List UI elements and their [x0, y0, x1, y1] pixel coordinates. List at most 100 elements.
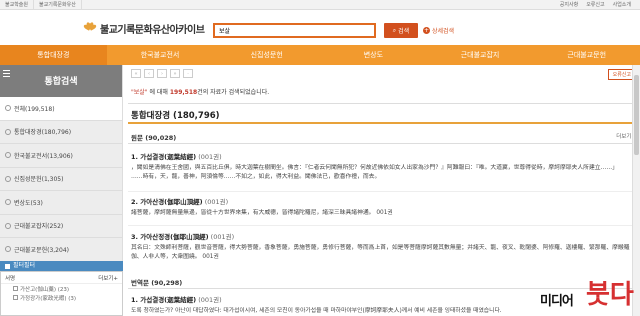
nav-item-modern-literature[interactable]: 근대불교문헌 [533, 45, 640, 65]
utility-link-about[interactable]: 사업소개 [609, 0, 635, 10]
sidebar-header: 통합검색 [0, 65, 122, 97]
watermark-text-media: 미디어 [540, 294, 574, 309]
result-volume: (001권) [196, 296, 222, 304]
pager: « ‹ › » · [131, 69, 196, 78]
radio-icon [5, 128, 11, 135]
lotus-logo-icon [82, 21, 98, 36]
checkbox-icon[interactable] [13, 295, 18, 300]
site-logo[interactable]: 불교기록문화유산아카이브 [82, 21, 205, 36]
result-title-text[interactable]: 1. 가섭결경(迦葉結經) [131, 153, 196, 161]
nav-item-tripitaka[interactable]: 통합대장경 [0, 45, 107, 65]
sidebar-item-new-collection[interactable]: 신집성문헌(1,305) [0, 168, 122, 191]
result-summary: "보살" 에 대해 199,518건의 자료가 검색되었습니다. [131, 87, 269, 96]
result-item: 2. 가아산경(伽耶山頂經) (001권) 諸菩薩，摩訶薩無量無邊，皆從十方世界… [131, 196, 631, 218]
search-icon: ⌕ [392, 26, 397, 34]
subsection-rule [128, 143, 640, 144]
advanced-search-label: 상세검색 [432, 28, 455, 35]
advanced-search-link[interactable]: + 상세검색 [423, 26, 454, 35]
radio-icon [5, 199, 11, 206]
snippet-line: 諸菩薩，摩訶薩無量無邊，皆從十方世界來集，有大威德，皆得諸陀羅尼，諸深三昧具諸神… [131, 210, 393, 216]
sidebar-list: 전체(199,518) 통합대장경(180,796) 한국불교전서(13,906… [0, 97, 122, 262]
result-title[interactable]: 2. 가아산경(伽耶山頂經) (001권) [131, 196, 631, 206]
nav-item-illustrations[interactable]: 변상도 [320, 45, 427, 65]
scrollbar-thumb[interactable] [634, 75, 639, 155]
filter-header[interactable]: 필터필터 [0, 261, 123, 271]
sidebar-item-modern-magazines[interactable]: 근대불교잡지(252) [0, 215, 122, 238]
result-snippet: 其名曰：文殊師利菩薩，觀世音菩薩，得大勢菩薩，香象菩薩，勇施菩薩，勇修行菩薩，等… [131, 244, 631, 262]
plus-icon: + [423, 27, 430, 34]
summary-tail: 건의 자료가 검색되었습니다. [197, 89, 270, 96]
search-button[interactable]: ⌕ 검색 [384, 23, 418, 38]
filter-option-label: 가정광가(家政光暇) (3) [20, 295, 77, 302]
filter-more-link[interactable]: 더보기+ [98, 274, 118, 282]
result-title[interactable]: 3. 가아산정경(伽耶山頂經) (001권) [131, 231, 631, 241]
nav-item-modern-magazines[interactable]: 근대불교잡지 [427, 45, 534, 65]
snippet-line: ，聞如是淸佛在王舍國，與五百比丘俱，時大迦葉在樹間坐。佛言：『仁者云何聞無所犯？… [131, 165, 618, 171]
filter-icon [5, 263, 10, 269]
prev-page-button[interactable]: ‹ [144, 69, 154, 78]
utility-links-right: 공지사항 오류신고 사업소개 [556, 0, 635, 10]
sidebar: 통합검색 전체(199,518) 통합대장경(180,796) 한국불교전서(1… [0, 65, 123, 316]
options-button[interactable]: · [183, 69, 193, 78]
result-item: 1. 가섭결경(迦葉結經) (001권) ，聞如是淸佛在王舍國，與五百比丘俱，時… [131, 151, 631, 182]
sidebar-item-label: 전체(199,518) [14, 105, 55, 113]
filter-row-title[interactable]: 서명 더보기+ [1, 272, 122, 284]
summary-mid: 에 대해 [147, 89, 170, 96]
sidebar-item-label: 신집성문헌(1,305) [14, 176, 64, 184]
radio-icon [5, 152, 11, 159]
utility-link-notice[interactable]: 공지사항 [556, 0, 582, 10]
sidebar-item-modern-literature[interactable]: 근대불교문헌(3,204) [0, 238, 122, 262]
main-nav: 통합대장경 한국불교전서 신집성문헌 변상도 근대불교잡지 근대불교문헌 [0, 45, 640, 65]
sidebar-item-label: 통합대장경(180,796) [14, 129, 72, 137]
watermark-logo: 미디어 붓다 [540, 272, 640, 316]
search-input[interactable] [215, 25, 374, 36]
sidebar-item-illustrations[interactable]: 변상도(53) [0, 191, 122, 215]
section-rule [128, 122, 640, 124]
utility-bar: 불교학술원 불교기록문화유산 공지사항 오류신고 사업소개 [0, 0, 640, 10]
nav-item-new-collection[interactable]: 신집성문헌 [213, 45, 320, 65]
radio-icon [5, 246, 11, 253]
divider [128, 103, 640, 104]
subsection-title-translation: 번역문 (90,298) [131, 279, 183, 287]
checkbox-icon[interactable] [13, 286, 18, 291]
section-title: 통합대장경 (180,796) [131, 111, 220, 121]
result-snippet: 諸菩薩，摩訶薩無量無邊，皆從十方世界來集，有大威德，皆得諸陀羅尼，諸深三昧具諸神… [131, 209, 631, 218]
sidebar-item-label: 변상도(53) [14, 199, 43, 207]
sidebar-item-label: 근대불교문헌(3,204) [14, 246, 69, 254]
last-page-button[interactable]: » [170, 69, 180, 78]
menu-icon[interactable] [3, 70, 10, 79]
utility-link-heritage[interactable]: 불교기록문화유산 [34, 0, 82, 10]
next-page-button[interactable]: › [157, 69, 167, 78]
filter-row-label: 서명 [5, 275, 16, 282]
sidebar-item-tripitaka[interactable]: 통합대장경(180,796) [0, 121, 122, 144]
site-title: 불교기록문화유산아카이브 [100, 25, 205, 36]
result-title-text[interactable]: 2. 가아산경(伽耶山頂經) [131, 198, 203, 206]
subsection-title-original: 원문 (90,028) [131, 134, 177, 142]
filter-option[interactable]: 가산고(伽山藁) (23) [1, 284, 122, 293]
result-title[interactable]: 1. 가섭결경(迦葉結經) (001권) [131, 151, 631, 161]
first-page-button[interactable]: « [131, 69, 141, 78]
radio-icon [5, 105, 11, 112]
result-volume: (001권) [196, 153, 222, 161]
summary-query: "보살" [131, 89, 148, 96]
entry-divider [128, 191, 640, 192]
utility-links-left: 불교학술원 불교기록문화유산 [0, 0, 82, 10]
sidebar-item-all[interactable]: 전체(199,518) [0, 97, 122, 121]
radio-icon [5, 175, 11, 182]
utility-link-report[interactable]: 오류신고 [582, 0, 608, 10]
summary-count: 199,518 [169, 89, 198, 96]
entry-divider [128, 225, 640, 226]
sidebar-item-label: 한국불교전서(13,906) [14, 152, 73, 160]
radio-icon [5, 222, 11, 229]
result-title-text[interactable]: 1. 가섭결경(迦葉結經) [131, 296, 196, 304]
result-title-text[interactable]: 3. 가아산정경(伽耶山頂經) [131, 233, 209, 241]
result-snippet: ，聞如是淸佛在王舍國，與五百比丘俱，時大迦葉在樹間坐。佛言：『仁者云何聞無所犯？… [131, 164, 631, 182]
result-volume: (001권) [202, 198, 229, 206]
filter-option[interactable]: 가정광가(家政光暇) (3) [1, 293, 122, 302]
filter-panel: 서명 더보기+ 가산고(伽山藁) (23) 가정광가(家政光暇) (3) [0, 271, 123, 316]
snippet-line: ……時有，天，龍，善神，阿須倫等……不如之，如此，得大利益。聞佛法已，歡喜作禮，… [131, 174, 381, 180]
sidebar-item-korean-collection[interactable]: 한국불교전서(13,906) [0, 144, 122, 168]
sidebar-item-label: 근대불교잡지(252) [14, 223, 64, 231]
utility-link-institute[interactable]: 불교학술원 [0, 0, 35, 10]
nav-item-korean-buddhist-collection[interactable]: 한국불교전서 [107, 45, 214, 65]
